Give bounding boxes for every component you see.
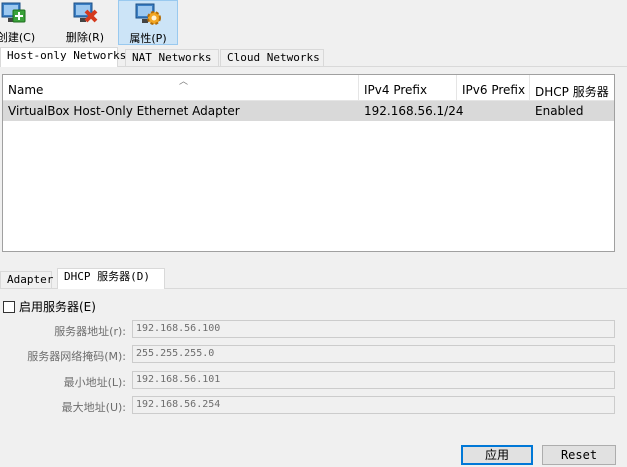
column-header-ipv4-prefix[interactable]: IPv4 Prefix: [359, 75, 457, 101]
tab-host-only-networks[interactable]: Host-only Networks: [0, 47, 126, 67]
lower-address-field[interactable]: 192.168.56.101: [132, 371, 615, 389]
cell-ipv6-prefix: [457, 101, 530, 121]
column-header-name[interactable]: Name: [3, 75, 359, 101]
tab-dhcp-server[interactable]: DHCP 服务器(D): [57, 268, 165, 289]
remove-network-icon: [73, 2, 98, 23]
detail-tabs: Adapter DHCP 服务器(D): [0, 268, 627, 289]
apply-button[interactable]: 应用: [461, 445, 533, 465]
column-header-ipv6-prefix[interactable]: IPv6 Prefix: [457, 75, 530, 101]
column-header-dhcp-server[interactable]: DHCP 服务器: [530, 75, 616, 101]
cell-name: VirtualBox Host-Only Ethernet Adapter: [8, 104, 240, 118]
add-network-icon: [1, 2, 26, 23]
properties-label: 属性(P): [129, 32, 167, 45]
enable-server-checkbox[interactable]: [3, 301, 15, 313]
delete-button[interactable]: 删除(R): [62, 0, 108, 45]
server-address-field[interactable]: 192.168.56.100: [132, 320, 615, 338]
create-button[interactable]: 创建(C): [0, 0, 40, 45]
upper-address-field[interactable]: 192.168.56.254: [132, 396, 615, 414]
server-mask-field[interactable]: 255.255.255.0: [132, 345, 615, 363]
properties-button[interactable]: 属性(P): [118, 0, 178, 45]
tab-cloud-networks[interactable]: Cloud Networks: [220, 49, 324, 67]
dhcp-server-panel: 启用服务器(E) 服务器地址(r): 192.168.56.100 服务器网络掩…: [0, 289, 627, 467]
create-label: 创建(C): [0, 31, 36, 44]
enable-server-checkbox-row[interactable]: 启用服务器(E): [3, 298, 96, 314]
network-table[interactable]: ︿ Name IPv4 Prefix IPv6 Prefix DHCP 服务器 …: [2, 74, 615, 252]
reset-button[interactable]: Reset: [542, 445, 616, 465]
server-mask-label: 服务器网络掩码(M):: [27, 350, 126, 363]
network-settings-icon: [135, 3, 161, 25]
enable-server-label: 启用服务器(E): [19, 300, 96, 314]
tab-adapter[interactable]: Adapter: [0, 271, 53, 289]
table-row[interactable]: VirtualBox Host-Only Ethernet Adapter 19…: [3, 101, 614, 121]
server-address-label: 服务器地址(r):: [54, 325, 126, 338]
cell-ipv4-prefix: 192.168.56.1/24: [364, 104, 464, 118]
delete-label: 删除(R): [65, 31, 105, 44]
lower-address-label: 最小地址(L):: [63, 376, 126, 389]
toolbar: 创建(C) 删除(R) 属性(P): [0, 0, 627, 46]
upper-address-label: 最大地址(U):: [61, 401, 126, 414]
network-type-tabs: Host-only Networks NAT Networks Cloud Ne…: [0, 47, 627, 67]
tab-nat-networks[interactable]: NAT Networks: [125, 49, 219, 67]
table-header: ︿ Name IPv4 Prefix IPv6 Prefix DHCP 服务器: [3, 75, 614, 101]
cell-dhcp-server: Enabled: [535, 104, 584, 118]
